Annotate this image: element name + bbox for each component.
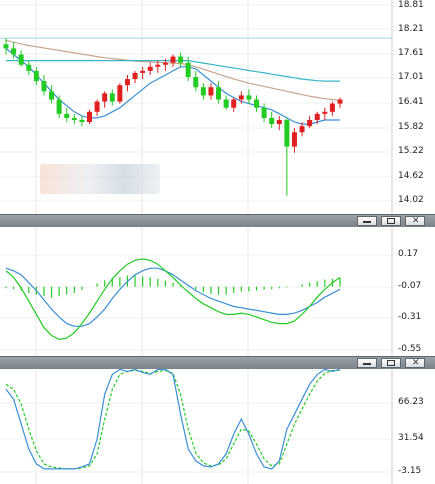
candle-body: [94, 101, 100, 112]
candle-body: [102, 93, 108, 102]
candle-body: [254, 99, 259, 108]
candle-body: [49, 91, 55, 100]
candle-body: [64, 113, 70, 118]
pane-divider[interactable]: ✕: [0, 214, 435, 227]
price-axis-label: 16.41: [398, 97, 424, 107]
candle-body: [170, 56, 176, 63]
candle-body: [314, 113, 320, 120]
candle-body: [307, 119, 313, 127]
candle-body: [41, 81, 47, 92]
close-button[interactable]: ✕: [405, 358, 425, 368]
macd-pane[interactable]: 0.17 -0.07 -0.31 -0.55: [0, 227, 435, 356]
price-axis-label: 18.81: [398, 0, 424, 10]
candle-body: [322, 111, 328, 114]
watermark-logo: [40, 164, 160, 194]
candle-body: [87, 111, 92, 123]
price-chart-pane[interactable]: 18.81 18.21 17.61 17.01 16.41 15.82 15.2…: [0, 0, 435, 214]
candle-body: [238, 95, 244, 100]
candle-body: [231, 99, 237, 108]
candle-body: [26, 64, 32, 71]
stochastic-axis-label: 66.23: [398, 397, 424, 407]
candle-body: [124, 79, 130, 86]
macd-axis-label: -0.07: [398, 281, 422, 291]
maximize-button[interactable]: [381, 358, 401, 368]
price-axis-label: 17.61: [398, 48, 424, 58]
stochastic-chart-svg: [0, 369, 393, 484]
candle-body: [276, 119, 282, 125]
stochastic-k-line: [5, 369, 341, 470]
candle-body: [79, 119, 85, 123]
candle-body: [329, 103, 335, 112]
candle-body: [291, 132, 297, 147]
candle-body: [11, 48, 17, 55]
candle-body: [261, 107, 267, 118]
price-axis-label: 18.21: [398, 24, 424, 34]
minimize-button[interactable]: [357, 216, 377, 226]
maximize-icon: [387, 218, 395, 224]
pane-divider[interactable]: ✕: [0, 356, 435, 369]
price-axis-label: 14.02: [398, 195, 424, 205]
candle-body: [117, 85, 123, 102]
macd-axis-label: -0.31: [398, 312, 422, 322]
macd-axis-label: -0.55: [398, 344, 422, 354]
close-icon: ✕: [412, 358, 420, 368]
price-axis-label: 15.22: [398, 146, 424, 156]
candle-body: [246, 95, 252, 100]
macd-axis-label: 0.17: [398, 249, 419, 259]
candle-body: [132, 72, 138, 80]
candle-body: [162, 62, 168, 65]
candle-body: [337, 99, 343, 104]
stochastic-d-line: [5, 369, 340, 470]
macd-line: [5, 258, 341, 341]
candle-body: [140, 70, 146, 73]
stochastic-pane[interactable]: 66.23 31.54 -3.15: [0, 369, 435, 484]
candle-body: [178, 56, 184, 63]
candle-body: [299, 126, 305, 133]
stochastic-axis-label: -3.15: [398, 466, 422, 476]
candle-body: [155, 64, 161, 67]
candle-body: [284, 119, 290, 147]
minimize-icon: [363, 221, 371, 223]
candle-body: [216, 87, 222, 100]
price-axis-label: 14.62: [398, 171, 424, 181]
price-axis-label: 17.01: [398, 72, 424, 82]
minimize-button[interactable]: [357, 358, 377, 368]
candle-body: [3, 44, 9, 49]
candle-body: [185, 62, 191, 78]
macd-chart-svg: [0, 227, 393, 356]
candle-body: [147, 66, 153, 71]
candle-body: [223, 99, 229, 108]
candle-body: [269, 117, 275, 125]
candle-body: [200, 87, 206, 96]
candle-body: [193, 77, 199, 88]
close-icon: ✕: [412, 216, 420, 226]
candle-body: [71, 117, 77, 120]
close-button[interactable]: ✕: [405, 216, 425, 226]
price-axis-label: 15.82: [398, 122, 424, 132]
maximize-button[interactable]: [381, 216, 401, 226]
candle-body: [208, 87, 214, 96]
minimize-icon: [363, 363, 371, 365]
candle-body: [109, 93, 115, 102]
candle-body: [56, 99, 62, 114]
candle-body: [33, 70, 39, 82]
candle-body: [18, 54, 24, 65]
stochastic-axis-label: 31.54: [398, 433, 424, 443]
maximize-icon: [387, 360, 395, 366]
